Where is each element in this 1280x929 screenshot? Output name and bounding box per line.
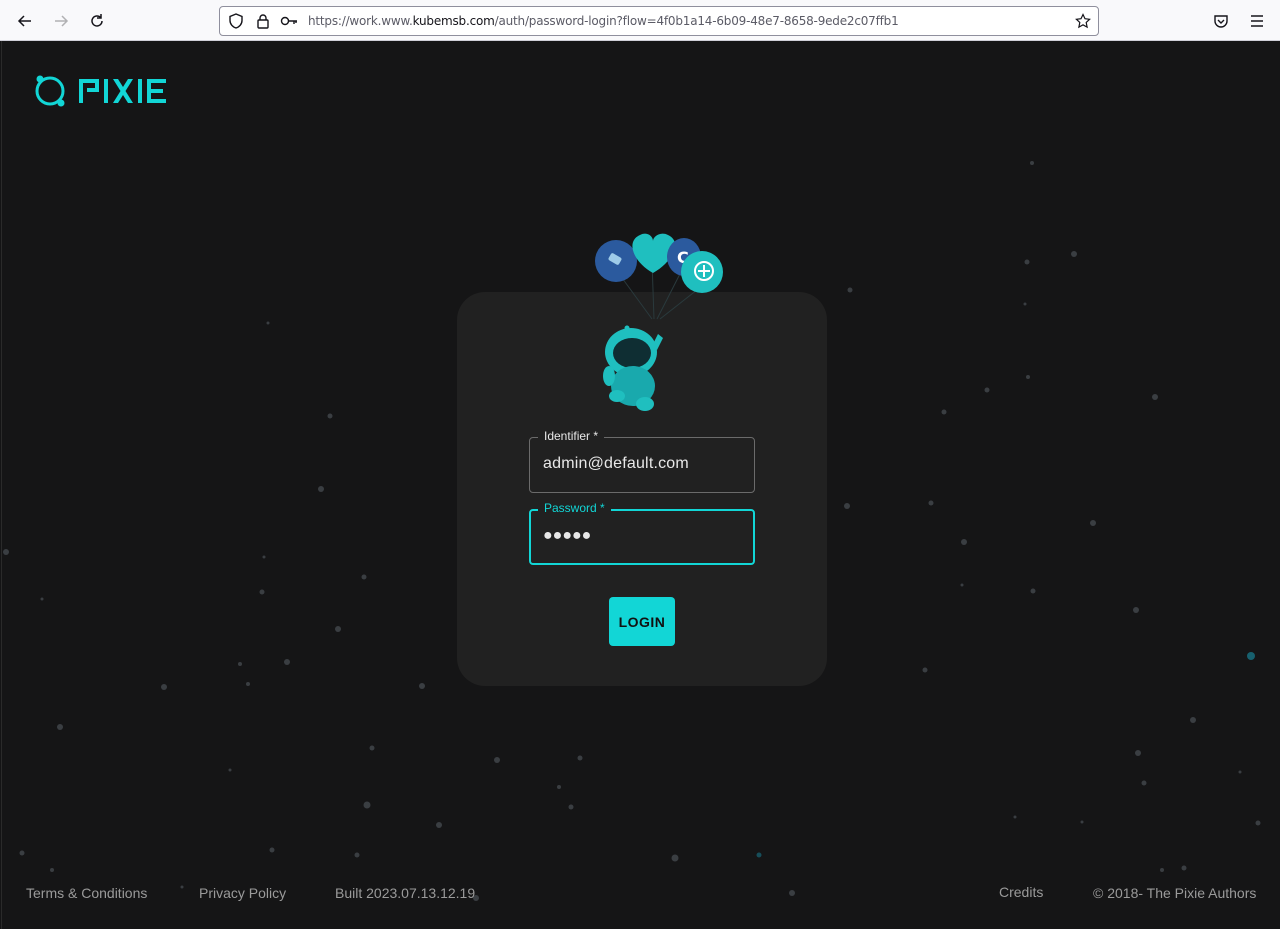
- back-arrow-icon[interactable]: [12, 8, 38, 34]
- address-bar[interactable]: https://work.www.kubemsb.com/auth/passwo…: [219, 6, 1099, 36]
- pocket-icon[interactable]: [1210, 10, 1232, 32]
- login-button[interactable]: LOGIN: [609, 597, 675, 646]
- lock-icon[interactable]: [254, 12, 272, 30]
- identifier-field[interactable]: Identifier * admin@default.com: [529, 429, 755, 493]
- balloons-illustration: C: [595, 233, 723, 320]
- password-label: Password *: [538, 501, 611, 515]
- url-path: /auth/password-login?flow=4f0b1a14-6b09-…: [494, 14, 899, 28]
- build-info: Built 2023.07.13.12.19: [335, 885, 476, 901]
- shield-icon[interactable]: [227, 12, 245, 30]
- url-prefix: https://work.www.: [308, 14, 413, 28]
- identifier-input[interactable]: admin@default.com: [543, 455, 689, 473]
- url-domain: kubemsb.com: [412, 14, 495, 28]
- copyright-text: © 2018- The Pixie Authors: [1093, 885, 1257, 901]
- password-field[interactable]: Password * ●●●●●: [529, 501, 755, 565]
- forward-arrow-icon[interactable]: [48, 8, 74, 34]
- robot-mascot-illustration: [603, 325, 663, 411]
- page-content: C Identifier * admin@default.com Passwor…: [1, 41, 1280, 929]
- credits-link[interactable]: Credits: [999, 884, 1043, 900]
- password-input[interactable]: ●●●●●: [543, 527, 591, 545]
- key-icon[interactable]: [280, 12, 298, 30]
- pixie-logo[interactable]: [34, 73, 194, 113]
- browser-toolbar: https://work.www.kubemsb.com/auth/passwo…: [0, 0, 1280, 41]
- identifier-label: Identifier *: [538, 429, 605, 443]
- hamburger-menu-icon[interactable]: [1246, 10, 1268, 32]
- terms-link[interactable]: Terms & Conditions: [26, 885, 147, 901]
- reload-icon[interactable]: [84, 8, 110, 34]
- privacy-link[interactable]: Privacy Policy: [199, 885, 286, 901]
- url-text[interactable]: https://work.www.kubemsb.com/auth/passwo…: [308, 14, 899, 28]
- star-icon[interactable]: [1074, 12, 1092, 30]
